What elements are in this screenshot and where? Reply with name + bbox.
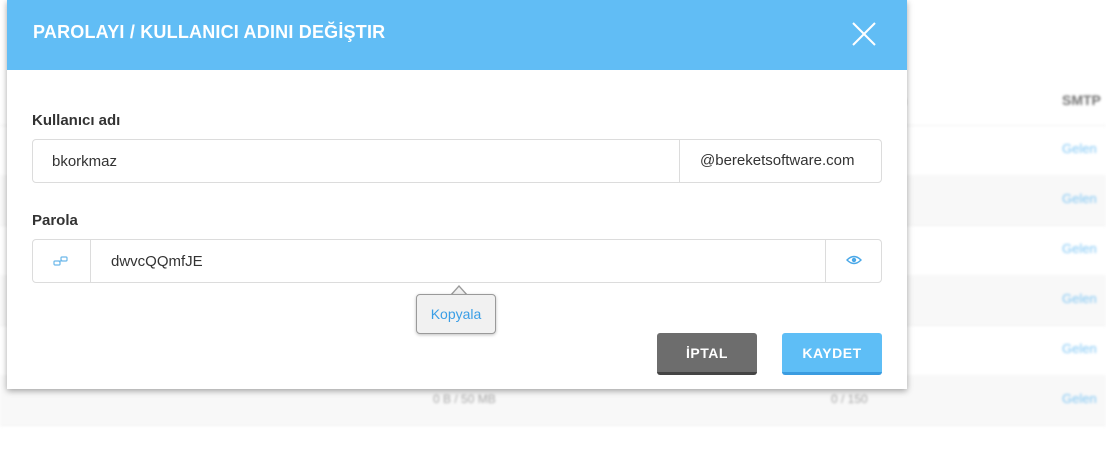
copy-tooltip[interactable]: Kopyala: [416, 294, 496, 334]
password-input[interactable]: [90, 240, 825, 282]
row-link[interactable]: Gelen: [1062, 241, 1097, 256]
username-label: Kullanıcı adı: [32, 112, 121, 129]
username-field: @bereketsoftware.com: [32, 139, 882, 183]
change-password-modal: PAROLAYI / KULLANICI ADINI DEĞİŞTIR Kull…: [7, 0, 907, 389]
username-input[interactable]: [33, 140, 679, 182]
column-header-smtp: SMTP: [1062, 92, 1101, 108]
generate-password-button[interactable]: [33, 240, 91, 282]
cancel-button[interactable]: İPTAL: [657, 333, 757, 375]
password-label: Parola: [32, 212, 78, 229]
row-link[interactable]: Gelen: [1062, 141, 1097, 156]
domain-addon: @bereketsoftware.com: [679, 140, 881, 182]
close-icon: [852, 22, 876, 46]
close-button[interactable]: [849, 19, 879, 49]
eye-icon: [846, 255, 862, 265]
row-link[interactable]: Gelen: [1062, 391, 1097, 406]
key-generate-icon: [53, 256, 68, 266]
row-count: 0 / 150: [831, 392, 868, 406]
row-quota: 0 B / 50 MB: [433, 392, 496, 406]
row-link[interactable]: Gelen: [1062, 341, 1097, 356]
password-field: [32, 239, 882, 283]
modal-header: PAROLAYI / KULLANICI ADINI DEĞİŞTIR: [7, 0, 907, 70]
row-link[interactable]: Gelen: [1062, 291, 1097, 306]
save-button[interactable]: KAYDET: [782, 333, 882, 375]
modal-title: PAROLAYI / KULLANICI ADINI DEĞİŞTIR: [33, 22, 386, 42]
row-link[interactable]: Gelen: [1062, 191, 1097, 206]
reveal-password-button[interactable]: [825, 240, 882, 282]
